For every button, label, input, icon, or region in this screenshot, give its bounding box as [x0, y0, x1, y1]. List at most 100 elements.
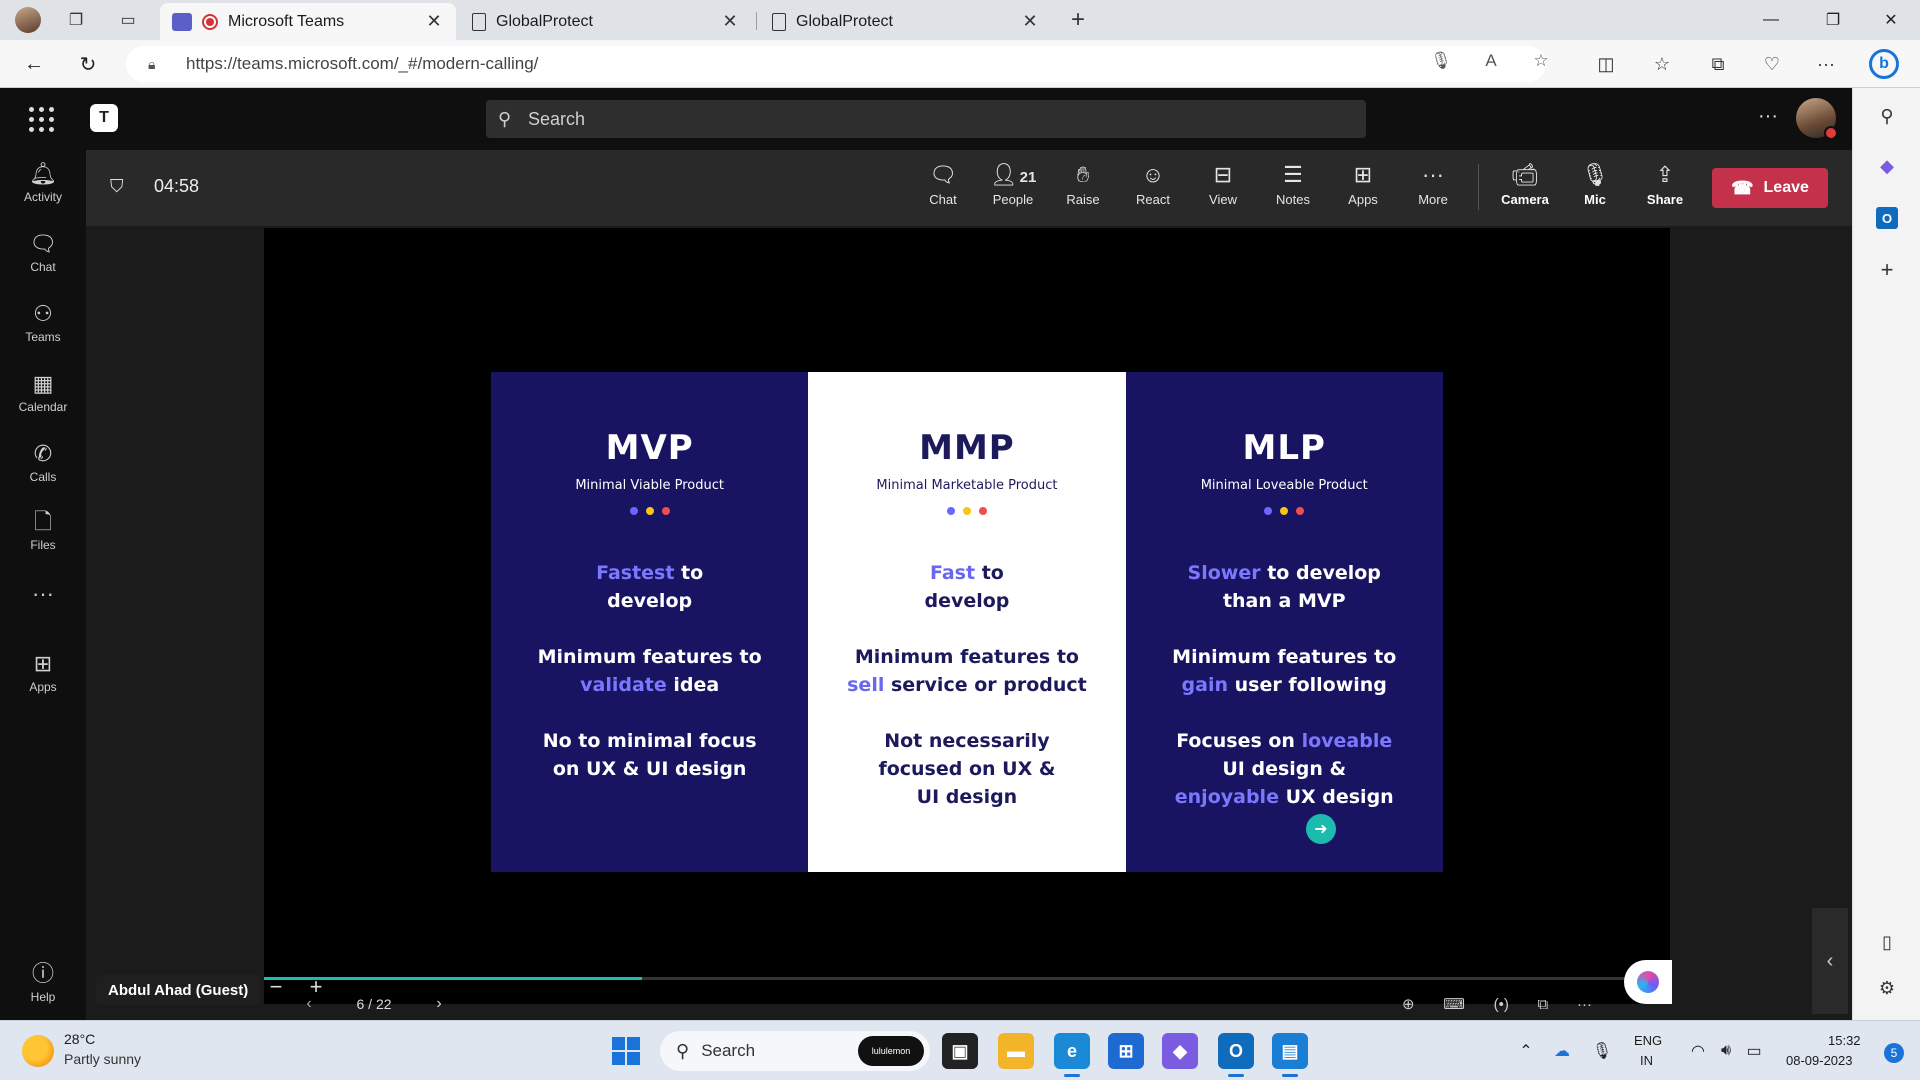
shared-content-stage[interactable]: MVP Minimal Viable Product Fastest to dev…: [264, 228, 1670, 1004]
onedrive-icon[interactable]: ☁: [1550, 1039, 1574, 1063]
clock-time[interactable]: 15:32: [1828, 1033, 1861, 1048]
search-icon[interactable]: ⚲: [1871, 100, 1903, 132]
zoom-icon[interactable]: ⊕: [1402, 995, 1415, 1013]
close-icon[interactable]: ✕: [1020, 11, 1040, 32]
search-input[interactable]: ⚲ Search: [486, 100, 1366, 138]
battery-icon[interactable]: ▭: [1742, 1039, 1766, 1063]
restore-icon[interactable]: ❐: [1810, 0, 1856, 40]
laser-pointer-icon: ➜: [1306, 814, 1336, 844]
microphone-icon[interactable]: 🎙︎: [1426, 46, 1456, 76]
collections-icon[interactable]: ⧉: [1702, 48, 1734, 80]
chat-button[interactable]: 🗨︎ Chat: [912, 160, 974, 218]
microphone-icon[interactable]: 🎙︎: [1590, 1039, 1614, 1063]
react-button[interactable]: ☺ React: [1122, 160, 1184, 218]
bing-copilot-icon[interactable]: b: [1868, 48, 1900, 80]
outlook-app-icon[interactable]: O: [1218, 1033, 1254, 1077]
edge-browser-icon[interactable]: e: [1054, 1033, 1090, 1077]
dot-icon: [1296, 507, 1305, 515]
copilot-app-icon[interactable]: ◆: [1162, 1033, 1198, 1069]
rail-item-chat[interactable]: 🗨︎ Chat: [0, 230, 86, 290]
notification-badge[interactable]: 5: [1884, 1043, 1904, 1063]
rail-item-calls[interactable]: ✆ Calls: [0, 440, 86, 500]
chevron-right-icon[interactable]: ›: [424, 995, 454, 1013]
copilot-icon[interactable]: ◆: [1871, 150, 1903, 182]
read-aloud-icon[interactable]: A: [1476, 46, 1506, 76]
people-button[interactable]: 👤︎ 21 People: [982, 160, 1044, 218]
control-label: React: [1136, 192, 1170, 207]
rail-item-activity[interactable]: 🔔︎ Activity: [0, 160, 86, 220]
notes-button[interactable]: ☰ Notes: [1262, 160, 1324, 218]
weather-temperature[interactable]: 28°C: [64, 1031, 95, 1047]
new-tab-button[interactable]: +: [1064, 6, 1092, 34]
tab-microsoft-teams[interactable]: Microsoft Teams ✕: [160, 3, 456, 40]
microsoft-store-icon[interactable]: ⊞: [1108, 1033, 1144, 1069]
avatar[interactable]: [1796, 98, 1838, 140]
refresh-icon[interactable]: ↻: [72, 48, 104, 80]
live-captions-icon[interactable]: (•): [1494, 996, 1509, 1013]
tab-globalprotect-2[interactable]: GlobalProtect ✕: [760, 3, 1052, 40]
rail-item-help[interactable]: ⓘ Help: [0, 960, 86, 1020]
rail-item-more[interactable]: ···: [0, 580, 86, 640]
more-icon[interactable]: ···: [1577, 996, 1592, 1013]
clock-date[interactable]: 08-09-2023: [1786, 1053, 1853, 1068]
camera-button[interactable]: 📹︎ Camera: [1494, 160, 1556, 218]
language-indicator[interactable]: ENG: [1634, 1033, 1662, 1048]
minimize-icon[interactable]: —: [1748, 0, 1794, 40]
rail-item-calendar[interactable]: ▦ Calendar: [0, 370, 86, 430]
back-icon[interactable]: ←: [18, 48, 50, 80]
split-screen-icon[interactable]: ◫: [1590, 48, 1622, 80]
shield-icon[interactable]: ⛉: [110, 176, 132, 200]
profile-avatar-icon[interactable]: [14, 6, 42, 34]
task-view-icon[interactable]: ▣: [942, 1033, 978, 1069]
hide-sidebar-icon[interactable]: ▯: [1871, 926, 1903, 958]
app-launcher-icon[interactable]: [26, 104, 56, 134]
gear-icon[interactable]: ⚙: [1871, 972, 1903, 1004]
favorite-star-icon[interactable]: ☆: [1526, 46, 1556, 76]
url-field[interactable]: 🔒︎ https://teams.microsoft.com/_#/modern…: [126, 46, 1546, 82]
panel-subtitle: Minimal Marketable Product: [876, 478, 1058, 493]
wifi-icon[interactable]: ◠: [1686, 1039, 1710, 1063]
more-options-icon[interactable]: ···: [1752, 102, 1784, 134]
rail-item-files[interactable]: 🗋︎ Files: [0, 508, 86, 568]
favorites-icon[interactable]: ☆: [1646, 48, 1678, 80]
browser-essentials-icon[interactable]: ♡: [1756, 48, 1788, 80]
system-tray: ⌃ ☁ 🎙︎ ENG IN ◠ 🔊︎ ▭ 15:32 08-09-2023 5: [1510, 1021, 1920, 1080]
taskbar-search[interactable]: ⚲ Search lululemon: [660, 1031, 930, 1071]
outlook-icon[interactable]: O: [1871, 202, 1903, 234]
add-icon[interactable]: +: [1871, 254, 1903, 286]
raise-hand-button[interactable]: ✋︎ Raise: [1052, 160, 1114, 218]
mic-button[interactable]: 🎙︎ Mic: [1564, 160, 1626, 218]
rail-item-teams[interactable]: ⚇ Teams: [0, 300, 86, 360]
copilot-icon[interactable]: [1624, 960, 1672, 1004]
more-button[interactable]: ··· More: [1402, 160, 1464, 218]
share-button[interactable]: ⇪ Share: [1634, 160, 1696, 218]
volume-icon[interactable]: 🔊︎: [1714, 1039, 1738, 1063]
region-indicator[interactable]: IN: [1640, 1053, 1653, 1068]
rail-label: Calendar: [18, 400, 68, 414]
view-button[interactable]: ⊟ View: [1192, 160, 1254, 218]
file-explorer-icon[interactable]: ▬: [998, 1033, 1034, 1069]
rail-item-apps[interactable]: ⊞ Apps: [0, 650, 86, 710]
tab-actions-icon[interactable]: ▭: [114, 6, 142, 34]
remote-desktop-icon[interactable]: ▤: [1272, 1033, 1308, 1077]
chevron-left-icon[interactable]: ‹: [294, 995, 324, 1013]
slide-panel-mvp: MVP Minimal Viable Product Fastest to dev…: [491, 372, 809, 872]
close-icon[interactable]: ✕: [720, 11, 740, 32]
keyboard-icon[interactable]: ⌨: [1443, 995, 1465, 1013]
weather-sun-icon[interactable]: [22, 1035, 54, 1067]
leave-button[interactable]: ☎︎ Leave: [1712, 168, 1828, 208]
apps-button[interactable]: ⊞ Apps: [1332, 160, 1394, 218]
pop-out-icon[interactable]: ⧉: [1538, 996, 1549, 1013]
close-icon[interactable]: ✕: [424, 11, 444, 32]
chevron-up-icon[interactable]: ⌃: [1514, 1039, 1538, 1063]
tab-globalprotect-1[interactable]: GlobalProtect ✕: [460, 3, 752, 40]
workspaces-icon[interactable]: ❐: [62, 6, 90, 34]
hang-up-icon: ☎︎: [1731, 177, 1754, 198]
settings-more-icon[interactable]: ···: [1810, 48, 1842, 80]
close-window-icon[interactable]: ✕: [1868, 0, 1914, 40]
chevron-left-icon[interactable]: ‹: [1812, 908, 1848, 1014]
weather-description[interactable]: Partly sunny: [64, 1051, 141, 1067]
rail-label: Calls: [29, 470, 57, 484]
teams-favicon-icon: [172, 12, 192, 31]
windows-start-icon[interactable]: [612, 1037, 640, 1065]
